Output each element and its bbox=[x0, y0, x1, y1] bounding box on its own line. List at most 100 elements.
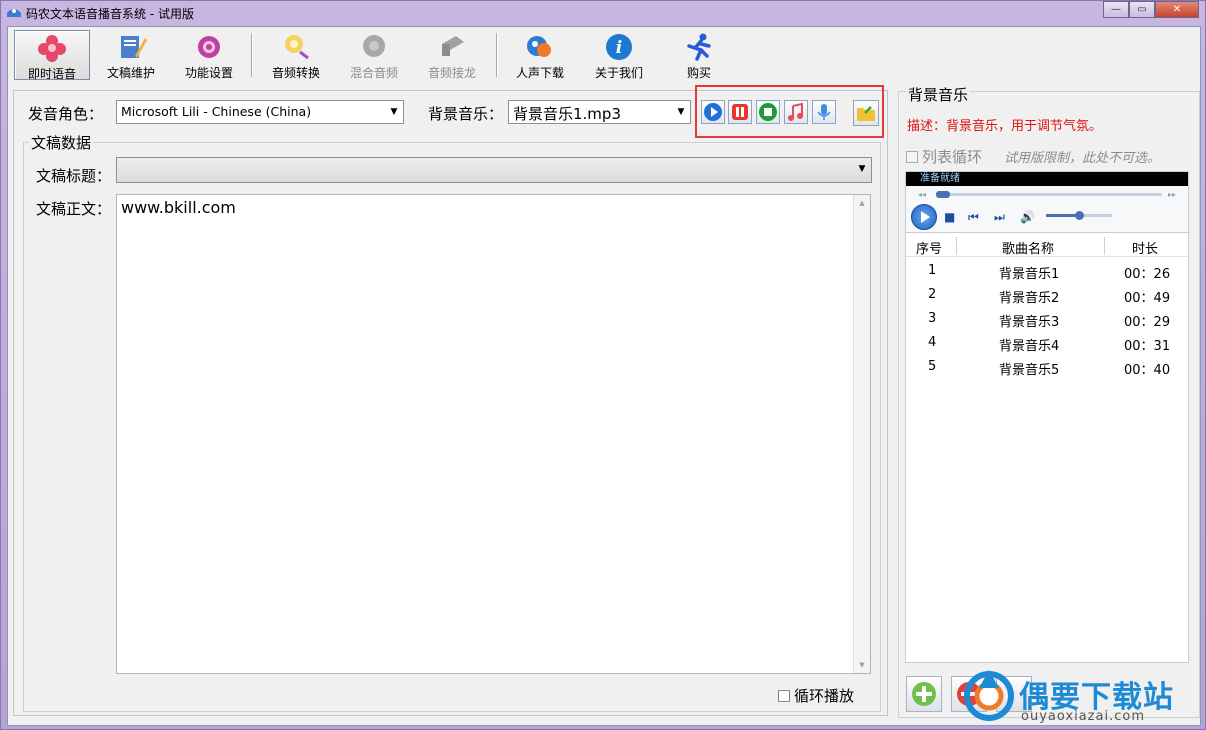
toolbar-doc-maintain[interactable]: 文稿维护 bbox=[96, 30, 166, 80]
doc-title-select[interactable]: ▼ bbox=[116, 157, 872, 183]
toolbar-separator bbox=[496, 33, 498, 77]
minimize-button[interactable]: — bbox=[1103, 1, 1129, 18]
scroll-up-icon[interactable]: ▲ bbox=[854, 195, 870, 211]
toolbar-buy[interactable]: 购买 bbox=[663, 30, 735, 80]
track-name: 背景音乐5 bbox=[999, 363, 1060, 378]
track-number: 1 bbox=[928, 263, 937, 278]
stop-button[interactable] bbox=[756, 100, 780, 124]
bgm-panel-title: 背景音乐 bbox=[906, 84, 971, 105]
track-name: 背景音乐4 bbox=[999, 339, 1060, 354]
track-name: 背景音乐1 bbox=[999, 267, 1060, 282]
music-note-icon bbox=[788, 102, 803, 121]
play-icon bbox=[921, 211, 930, 223]
volume-icon[interactable]: 🔊 bbox=[1020, 210, 1035, 224]
main-toolbar: 即时语音 文稿维护 功能设置 音频转换 混合音频 音频接龙 人声下载 i 关于我… bbox=[8, 27, 1200, 83]
volume-slider[interactable] bbox=[1046, 211, 1112, 220]
bgm-select[interactable]: 背景音乐1.mp3 ▼ bbox=[508, 100, 691, 124]
toolbar-audio-convert[interactable]: 音频转换 bbox=[260, 30, 332, 80]
plus-icon bbox=[912, 682, 936, 706]
app-icon bbox=[7, 9, 21, 17]
doc-title-label: 文稿标题： bbox=[36, 167, 112, 185]
info-icon: i bbox=[606, 34, 632, 60]
doc-body-textarea[interactable]: www.bkill.com ▲ ▼ bbox=[116, 194, 871, 674]
mix-audio-icon bbox=[363, 35, 385, 57]
track-name: 背景音乐3 bbox=[999, 315, 1060, 330]
audio-convert-icon bbox=[285, 35, 309, 60]
toolbar-about[interactable]: i 关于我们 bbox=[583, 30, 655, 80]
pause-button[interactable] bbox=[728, 100, 752, 124]
previous-icon[interactable]: ⏮ bbox=[968, 210, 979, 225]
track-duration: 00：29 bbox=[1124, 315, 1171, 330]
fast-forward-icon[interactable]: ▸▸ bbox=[1168, 190, 1176, 199]
chevron-down-icon: ▼ bbox=[677, 107, 685, 117]
bgm-description: 描述：背景音乐，用于调节气氛。 bbox=[907, 119, 1103, 134]
track-name: 背景音乐2 bbox=[999, 291, 1060, 306]
voice-select[interactable]: Microsoft Lili - Chinese (China) ▼ bbox=[116, 100, 404, 124]
folder-icon bbox=[857, 106, 875, 121]
loop-play-checkbox[interactable]: 循环播放 bbox=[778, 685, 854, 706]
record-button[interactable] bbox=[812, 100, 836, 124]
close-button[interactable]: ✕ bbox=[1155, 1, 1199, 18]
bgm-select-value: 背景音乐1.mp3 bbox=[513, 105, 621, 123]
watermark: 偶要下载站 ouyaoxiazai.com bbox=[961, 666, 1201, 728]
player-play-button[interactable] bbox=[911, 204, 937, 230]
rewind-icon[interactable]: ◂◂ bbox=[918, 190, 926, 199]
title-bar[interactable]: 码农文本语音播音系统 - 试用版 — ▭ ✕ bbox=[1, 1, 1205, 25]
stop-icon[interactable]: ■ bbox=[944, 210, 955, 224]
table-row[interactable]: 3 背景音乐3 00：29 bbox=[906, 307, 1188, 331]
col-header-no[interactable]: 序号 bbox=[916, 238, 942, 257]
play-button[interactable] bbox=[701, 100, 725, 124]
media-player: 准备就绪 ◂◂ ▸▸ ■ ⏮ ⏭ 🔊 bbox=[905, 171, 1189, 233]
window-title: 码农文本语音播音系统 - 试用版 bbox=[26, 7, 194, 21]
add-track-button[interactable] bbox=[906, 676, 942, 712]
next-icon[interactable]: ⏭ bbox=[994, 210, 1005, 225]
chevron-down-icon: ▼ bbox=[858, 164, 866, 174]
seek-knob[interactable] bbox=[936, 191, 950, 198]
runner-icon bbox=[687, 33, 711, 61]
toolbar-voice-download[interactable]: 人声下载 bbox=[504, 30, 576, 80]
table-row[interactable]: 4 背景音乐4 00：31 bbox=[906, 331, 1188, 355]
maximize-button[interactable]: ▭ bbox=[1129, 1, 1155, 18]
toolbar-audio-chain[interactable]: 音频接龙 bbox=[416, 30, 488, 80]
col-header-name[interactable]: 歌曲名称 bbox=[1002, 238, 1054, 257]
track-duration: 00：40 bbox=[1124, 363, 1171, 378]
gear-icon bbox=[198, 36, 220, 58]
app-window: 码农文本语音播音系统 - 试用版 — ▭ ✕ 即时语音 文稿维护 功能设置 音频… bbox=[0, 0, 1206, 730]
table-row[interactable]: 1 背景音乐1 00：26 bbox=[906, 259, 1188, 283]
playlist-table: 序号 歌曲名称 时长 1 背景音乐1 00：26 2 背景音乐2 00：49 3 背景音乐3 0… bbox=[905, 233, 1189, 663]
bgm-label: 背景音乐： bbox=[428, 105, 504, 123]
toolbar-mix-audio[interactable]: 混合音频 bbox=[338, 30, 410, 80]
toolbar-instant-voice[interactable]: 即时语音 bbox=[14, 30, 90, 81]
track-duration: 00：49 bbox=[1124, 291, 1171, 306]
svg-text:i: i bbox=[616, 38, 622, 58]
table-row[interactable]: 2 背景音乐2 00：49 bbox=[906, 283, 1188, 307]
track-number: 2 bbox=[928, 287, 937, 302]
watermark-url: ouyaoxiazai.com bbox=[1021, 709, 1145, 724]
volume-knob[interactable] bbox=[1075, 211, 1084, 220]
scroll-down-icon[interactable]: ▼ bbox=[854, 657, 870, 673]
open-folder-button[interactable] bbox=[853, 100, 879, 126]
loop-play-label: 循环播放 bbox=[794, 687, 855, 705]
microphone-icon bbox=[817, 104, 831, 120]
track-duration: 00：26 bbox=[1124, 267, 1171, 282]
edit-doc-icon bbox=[121, 36, 147, 58]
track-number: 4 bbox=[928, 335, 937, 350]
table-row[interactable]: 5 背景音乐5 00：40 bbox=[906, 355, 1188, 379]
seek-bar[interactable] bbox=[936, 191, 1162, 198]
track-duration: 00：31 bbox=[1124, 339, 1171, 354]
voice-select-value: Microsoft Lili - Chinese (China) bbox=[121, 104, 312, 119]
toolbar-settings[interactable]: 功能设置 bbox=[173, 30, 245, 80]
col-header-duration[interactable]: 时长 bbox=[1132, 238, 1158, 257]
voice-label: 发音角色： bbox=[28, 105, 104, 123]
vertical-scrollbar[interactable]: ▲ ▼ bbox=[853, 195, 870, 673]
chevron-down-icon: ▼ bbox=[390, 107, 398, 117]
play-icon bbox=[704, 103, 722, 121]
pause-icon bbox=[732, 104, 748, 120]
track-number: 3 bbox=[928, 311, 937, 326]
doc-body-label: 文稿正文： bbox=[36, 200, 112, 218]
player-status: 准备就绪 bbox=[906, 172, 1188, 186]
list-loop-checkbox: 列表循环 试用版限制，此处不可选。 bbox=[906, 146, 1160, 167]
voice-download-icon bbox=[527, 36, 551, 57]
flower-icon bbox=[38, 35, 66, 62]
music-button[interactable] bbox=[784, 100, 808, 124]
